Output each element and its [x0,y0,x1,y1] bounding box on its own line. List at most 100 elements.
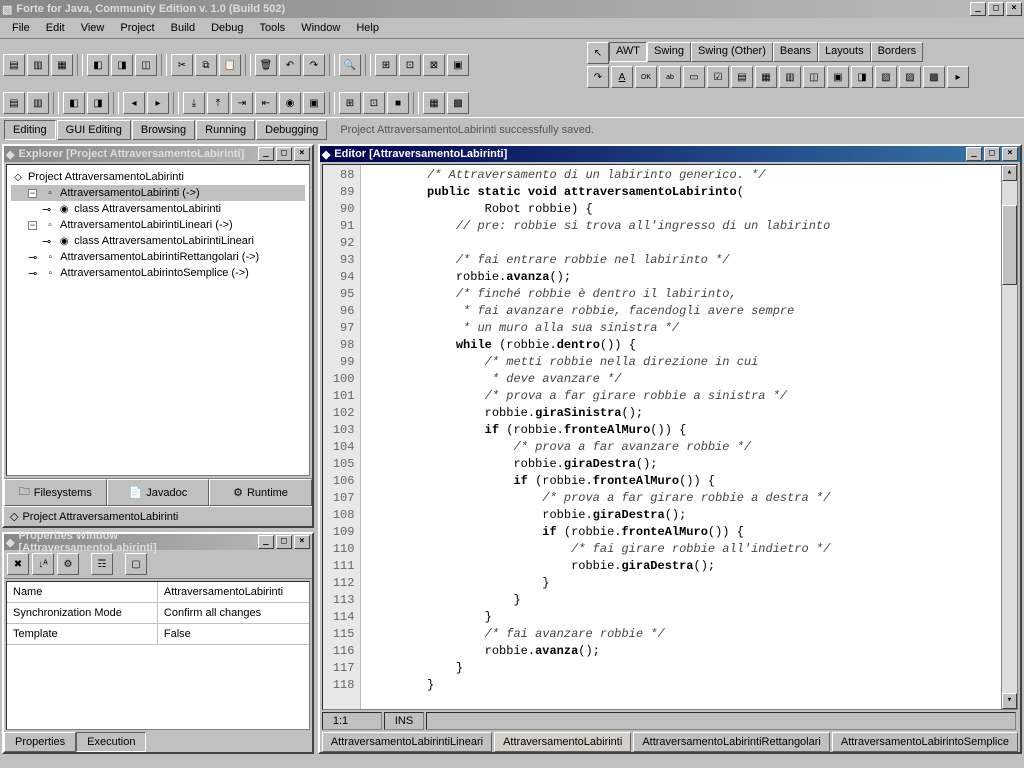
more-icon[interactable]: ▸ [947,66,969,88]
tool-icon[interactable]: ⤒ [207,92,229,114]
property-row[interactable]: NameAttraversamentoLabirinti [7,582,309,603]
redo-icon[interactable]: ↷ [303,54,325,76]
menu-debug[interactable]: Debug [203,20,251,36]
pointer-icon[interactable]: ↖ [587,42,609,64]
scroll-thumb[interactable] [1002,205,1017,285]
mode-tab-browsing[interactable]: Browsing [132,120,195,140]
menu-tools[interactable]: Tools [252,20,294,36]
cut-icon[interactable]: ✂ [171,54,193,76]
tool-icon[interactable]: ⊡ [399,54,421,76]
play-icon[interactable]: ▸ [147,92,169,114]
menu-project[interactable]: Project [112,20,162,36]
tree-node[interactable]: −▫AttraversamentoLabirintiLineari (->) [11,217,305,233]
close-button[interactable]: × [1002,147,1018,161]
tool-icon[interactable]: ▣ [447,54,469,76]
arrow-icon[interactable]: ↷ [587,66,609,88]
tree-node[interactable]: ⊸▫AttraversamentoLabirintoSemplice (->) [11,265,305,281]
tree-node[interactable]: ⊸◉class AttraversamentoLabirintiLineari [11,233,305,249]
project-tree[interactable]: ◇Project AttraversamentoLabirinti −▫Attra… [6,164,310,476]
search-icon[interactable]: 🔍 [339,54,361,76]
tree-root[interactable]: ◇Project AttraversamentoLabirinti [11,169,305,185]
component-tab-swingother[interactable]: Swing (Other) [691,42,773,62]
comp-icon[interactable]: ◫ [803,66,825,88]
minimize-button[interactable]: _ [258,535,274,549]
tool-icon[interactable]: ■ [387,92,409,114]
tool-icon[interactable]: ◧ [63,92,85,114]
mode-tab-debugging[interactable]: Debugging [256,120,327,140]
tool-icon[interactable]: ▢ [125,553,147,575]
maximize-button[interactable]: □ [276,535,292,549]
scroll-down-button[interactable]: ▾ [1002,693,1017,709]
explorer-sub-row[interactable]: ◇ Project AttraversamentoLabirinti [4,506,312,526]
property-value[interactable]: Confirm all changes [158,603,309,623]
minimize-button[interactable]: _ [966,147,982,161]
paste-icon[interactable]: 📋 [219,54,241,76]
tool-icon[interactable]: ▥ [27,92,49,114]
comp-icon[interactable]: ▧ [875,66,897,88]
copy-icon[interactable]: ⧉ [195,54,217,76]
textfield-icon[interactable]: ab [659,66,681,88]
component-tab-borders[interactable]: Borders [871,42,924,62]
menu-file[interactable]: File [4,20,38,36]
tool-icon[interactable]: ⊞ [375,54,397,76]
vertical-scrollbar[interactable]: ▴ ▾ [1001,165,1017,709]
tool-icon[interactable]: ▣ [303,92,325,114]
properties-grid[interactable]: NameAttraversamentoLabirintiSynchronizat… [6,581,310,730]
tool-icon[interactable]: ⇥ [231,92,253,114]
label-icon[interactable]: A [611,66,633,88]
comp-icon[interactable]: ▦ [755,66,777,88]
mode-tab-editing[interactable]: Editing [4,120,56,140]
menu-edit[interactable]: Edit [38,20,73,36]
code-area[interactable]: /* Attraversamento di un labirinto gener… [361,165,1001,709]
tool-icon[interactable]: ⤓ [183,92,205,114]
minimize-button[interactable]: _ [258,147,274,161]
menu-build[interactable]: Build [163,20,203,36]
editor-tab[interactable]: AttraversamentoLabirintiRettangolari [633,732,830,752]
property-row[interactable]: Synchronization ModeConfirm all changes [7,603,309,624]
tool-icon[interactable]: ☶ [91,553,113,575]
delete-icon[interactable]: 🗑 [255,54,277,76]
tool-icon[interactable]: ⇤ [255,92,277,114]
tool-icon[interactable]: ◨ [111,54,133,76]
menu-window[interactable]: Window [293,20,348,36]
properties-tab-properties[interactable]: Properties [4,732,76,752]
comp-icon[interactable]: ▥ [779,66,801,88]
tool-icon[interactable]: ▤ [3,92,25,114]
tool-icon[interactable]: ▥ [27,54,49,76]
close-button[interactable]: × [294,147,310,161]
comp-icon[interactable]: ▣ [827,66,849,88]
property-value[interactable]: AttraversamentoLabirinti [158,582,309,602]
explorer-tab-runtime[interactable]: ⚙ Runtime [209,479,312,506]
component-tab-awt[interactable]: AWT [609,42,647,62]
comp-icon[interactable]: ▭ [683,66,705,88]
comp-icon[interactable]: ▩ [923,66,945,88]
tool-icon[interactable]: ⊠ [423,54,445,76]
tool-icon[interactable]: ▤ [3,54,25,76]
tool-icon[interactable]: ▦ [423,92,445,114]
button-icon[interactable]: OK [635,66,657,88]
tree-expander[interactable]: − [28,189,37,198]
editor-tab[interactable]: AttraversamentoLabirintoSemplice [832,732,1018,752]
comp-icon[interactable]: ◨ [851,66,873,88]
tool-icon[interactable]: ⊞ [339,92,361,114]
menu-help[interactable]: Help [348,20,387,36]
editor-tab[interactable]: AttraversamentoLabirinti [494,732,631,752]
undo-icon[interactable]: ↶ [279,54,301,76]
tree-expander[interactable]: − [28,221,37,230]
comp-icon[interactable]: ▨ [899,66,921,88]
tool-icon[interactable]: ⚙ [57,553,79,575]
mode-tab-running[interactable]: Running [196,120,255,140]
tool-icon[interactable]: ◉ [279,92,301,114]
component-tab-beans[interactable]: Beans [773,42,818,62]
tree-node[interactable]: ⊸▫AttraversamentoLabirintiRettangolari (… [11,249,305,265]
tool-icon[interactable]: ▦ [51,54,73,76]
checkbox-icon[interactable]: ☑ [707,66,729,88]
minimize-button[interactable]: _ [970,2,986,16]
tree-node[interactable]: ⊸◉class AttraversamentoLabirinti [11,201,305,217]
close-button[interactable]: × [1006,2,1022,16]
explorer-tab-filesystems[interactable]: 🗀 Filesystems [4,479,107,506]
maximize-button[interactable]: □ [988,2,1004,16]
maximize-button[interactable]: □ [276,147,292,161]
tool-icon[interactable]: ◧ [87,54,109,76]
property-value[interactable]: False [158,624,309,644]
